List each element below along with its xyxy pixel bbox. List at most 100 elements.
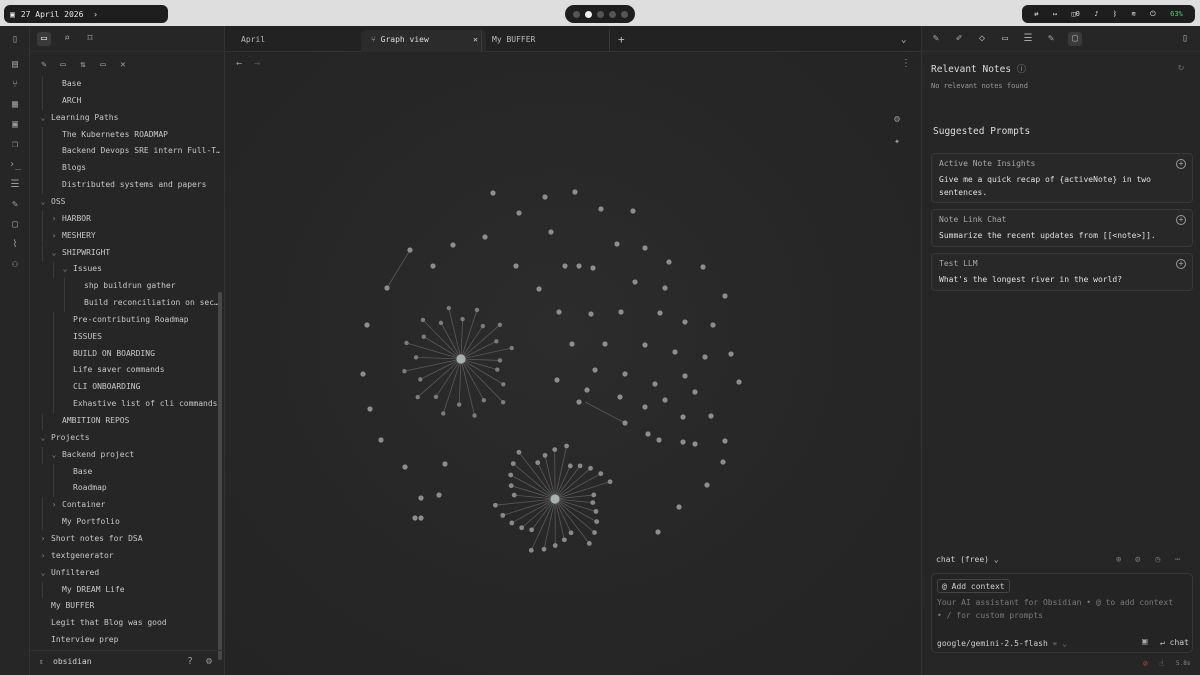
- graph-node[interactable]: [472, 413, 477, 418]
- plugin-icon[interactable]: ⚇: [8, 258, 22, 272]
- graph-node[interactable]: [430, 263, 436, 269]
- file-item[interactable]: My Portfolio: [62, 514, 120, 530]
- graph-node[interactable]: [446, 305, 452, 311]
- graph-node[interactable]: [561, 537, 567, 543]
- share-icon[interactable]: ⇄: [1034, 10, 1038, 18]
- graph-node[interactable]: [598, 471, 604, 477]
- file-item[interactable]: ISSUES: [73, 329, 102, 345]
- folder-item[interactable]: Projects: [51, 430, 90, 446]
- graph-node[interactable]: [508, 483, 514, 489]
- file-item[interactable]: The Kubernetes ROADMAP: [62, 127, 168, 143]
- graph-node[interactable]: [692, 389, 698, 395]
- more-options-icon[interactable]: ⋯: [1175, 555, 1180, 565]
- graph-node[interactable]: [412, 515, 418, 521]
- graph-node[interactable]: [516, 449, 522, 455]
- graph-node[interactable]: [438, 320, 444, 326]
- folder-item[interactable]: HARBOR: [62, 211, 91, 227]
- search-icon[interactable]: ⌕: [60, 32, 74, 46]
- graph-node[interactable]: [591, 492, 597, 498]
- graph-node[interactable]: [662, 285, 668, 291]
- graph-node[interactable]: [378, 437, 384, 443]
- workspace-dot[interactable]: [572, 10, 580, 18]
- collapse-icon[interactable]: ▭: [96, 58, 110, 72]
- folder-icon[interactable]: ▭: [37, 32, 51, 46]
- graph-node[interactable]: [617, 394, 623, 400]
- copy-icon[interactable]: ❐: [8, 138, 22, 152]
- graph-node[interactable]: [494, 339, 499, 344]
- folder-item[interactable]: Short notes for DSA: [51, 531, 143, 547]
- graph-node[interactable]: [481, 397, 487, 403]
- graph-node[interactable]: [680, 414, 686, 420]
- graph-node[interactable]: [598, 206, 604, 212]
- add-prompt-icon[interactable]: +: [1176, 159, 1186, 169]
- graph-node[interactable]: [501, 382, 506, 387]
- file-item[interactable]: Legit that Blog was good: [51, 615, 167, 631]
- graph-node[interactable]: [708, 413, 714, 419]
- graph-node[interactable]: [456, 402, 462, 407]
- graph-node[interactable]: [528, 547, 534, 553]
- graph-node[interactable]: [497, 358, 503, 363]
- graph-node[interactable]: [642, 245, 648, 251]
- new-tab-icon[interactable]: +: [609, 30, 631, 52]
- graph-node[interactable]: [480, 323, 486, 329]
- workspace-dot-active[interactable]: [584, 10, 592, 18]
- chevron-right-icon[interactable]: ›: [50, 501, 58, 509]
- graph-node[interactable]: [367, 406, 373, 412]
- folder-item[interactable]: textgenerator: [51, 548, 114, 564]
- graph-node[interactable]: [586, 541, 592, 546]
- list-icon[interactable]: ☰: [8, 178, 22, 192]
- toggle-right-sidebar-icon[interactable]: ▯: [1178, 32, 1192, 46]
- canvas-icon[interactable]: ▦: [8, 98, 22, 112]
- file-item[interactable]: CLI ONBOARDING: [73, 379, 140, 395]
- graph-node[interactable]: [618, 309, 624, 315]
- graph-node[interactable]: [594, 519, 600, 525]
- calendar-icon[interactable]: ▣: [8, 118, 22, 132]
- close-tab-icon[interactable]: ✕: [473, 30, 478, 50]
- chevron-right-icon[interactable]: ›: [39, 551, 47, 560]
- file-item[interactable]: Build reconciliation on sec…: [84, 295, 219, 311]
- archive-icon[interactable]: ▭: [998, 32, 1012, 46]
- graph-node[interactable]: [516, 210, 522, 216]
- file-item[interactable]: Distributed systems and papers: [62, 177, 207, 193]
- graph-node[interactable]: [682, 319, 688, 325]
- graph-node[interactable]: [402, 464, 408, 470]
- workspace-switcher[interactable]: [565, 5, 635, 23]
- graph-node[interactable]: [519, 525, 525, 531]
- chevron-down-icon[interactable]: ⌄: [61, 265, 69, 273]
- chart-icon[interactable]: ⌇: [8, 238, 22, 252]
- graph-node[interactable]: [420, 317, 426, 323]
- graph-node[interactable]: [704, 482, 710, 488]
- file-item[interactable]: AMBITION REPOS: [62, 413, 129, 429]
- graph-node[interactable]: [593, 509, 599, 514]
- graph-node[interactable]: [556, 309, 562, 315]
- workspace-dot[interactable]: [620, 10, 628, 18]
- pen-plus-icon[interactable]: ✐: [952, 32, 966, 46]
- graph-node[interactable]: [433, 394, 439, 399]
- graph-node[interactable]: [572, 189, 578, 195]
- add-prompt-icon[interactable]: +: [1176, 215, 1186, 225]
- graph-node[interactable]: [710, 322, 716, 328]
- close-icon[interactable]: ✕: [116, 58, 130, 72]
- file-item[interactable]: Pre-contributing Roadmap: [73, 312, 189, 328]
- graph-node[interactable]: [418, 515, 424, 521]
- graph-node[interactable]: [450, 242, 456, 248]
- graph-node[interactable]: [577, 463, 583, 469]
- chat-input-box[interactable]: @ Add context Your AI assistant for Obsi…: [931, 573, 1193, 653]
- chevron-right-icon[interactable]: ›: [50, 231, 58, 240]
- graph-node[interactable]: [632, 279, 638, 285]
- settings-icon[interactable]: ⚙: [1135, 555, 1140, 565]
- graph-node[interactable]: [666, 259, 672, 265]
- file-item[interactable]: ARCH: [62, 93, 81, 109]
- graph-node[interactable]: [360, 371, 366, 377]
- graph-canvas[interactable]: [225, 52, 921, 675]
- date-widget[interactable]: ▣ 27 April 2026 ›: [4, 5, 168, 23]
- tab-graph-view[interactable]: ⑂ Graph view ✕: [361, 30, 486, 52]
- graph-node[interactable]: [418, 495, 424, 501]
- graph-node[interactable]: [567, 463, 573, 469]
- graph-node[interactable]: [682, 373, 688, 379]
- logout-icon[interactable]: ↦: [1053, 10, 1057, 18]
- graph-node[interactable]: [500, 400, 506, 405]
- graph-node[interactable]: [680, 439, 686, 445]
- add-prompt-icon[interactable]: +: [1176, 259, 1186, 269]
- add-icon[interactable]: ⊕: [1116, 555, 1121, 565]
